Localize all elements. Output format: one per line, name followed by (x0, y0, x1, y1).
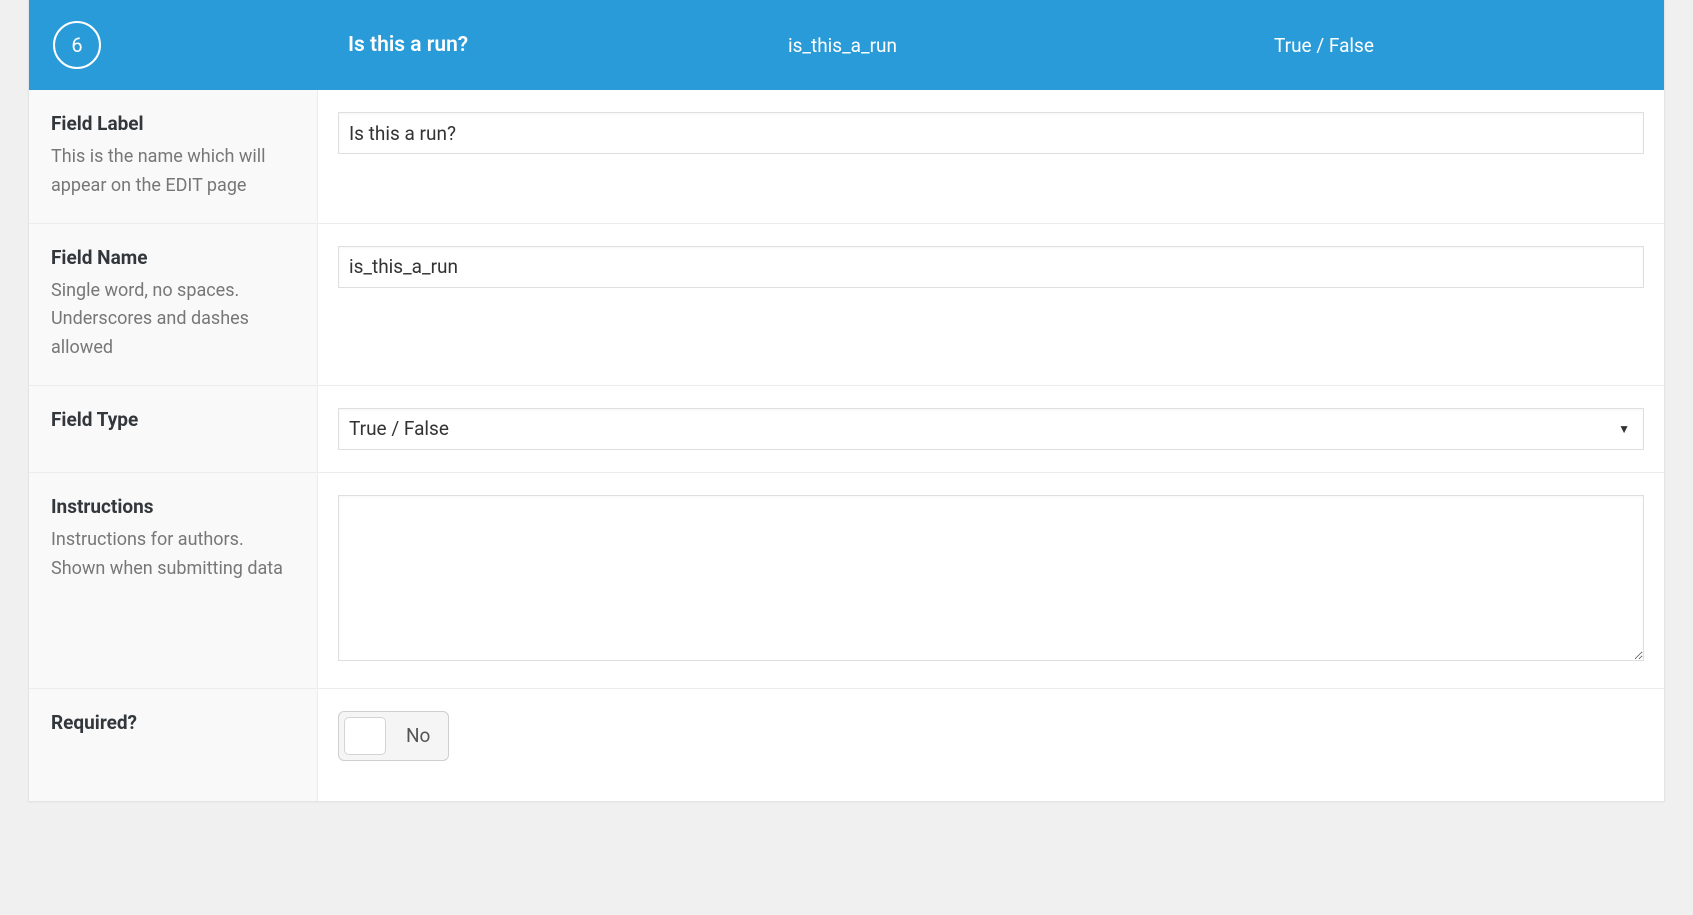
label-required: Required? (29, 689, 318, 801)
toggle-label: No (406, 724, 430, 747)
label-desc: Single word, no spaces. Underscores and … (51, 277, 295, 363)
toggle-knob (344, 717, 386, 755)
row-field-type: Field Type True / False ▼ (29, 385, 1664, 472)
field-label-input[interactable] (338, 112, 1644, 154)
row-field-label: Field Label This is the name which will … (29, 90, 1664, 223)
field-header-name: is_this_a_run (778, 34, 1274, 57)
label-title: Field Type (51, 408, 295, 431)
required-toggle[interactable]: No (338, 711, 449, 761)
label-field-name: Field Name Single word, no spaces. Under… (29, 224, 318, 385)
field-header-label: Is this a run? (348, 33, 778, 57)
label-field-type: Field Type (29, 386, 318, 472)
label-desc: This is the name which will appear on th… (51, 143, 295, 201)
field-header-type: True / False (1274, 34, 1644, 57)
label-desc: Instructions for authors. Shown when sub… (51, 526, 295, 584)
field-name-input[interactable] (338, 246, 1644, 288)
instructions-textarea[interactable] (338, 495, 1644, 661)
label-title: Field Label (51, 112, 295, 135)
label-title: Field Name (51, 246, 295, 269)
field-header[interactable]: 6 Is this a run? is_this_a_run True / Fa… (29, 0, 1664, 90)
row-field-name: Field Name Single word, no spaces. Under… (29, 223, 1664, 385)
field-order-badge: 6 (53, 21, 101, 69)
label-field-label: Field Label This is the name which will … (29, 90, 318, 223)
label-title: Instructions (51, 495, 295, 518)
field-order-number: 6 (71, 33, 82, 57)
row-instructions: Instructions Instructions for authors. S… (29, 472, 1664, 688)
row-required: Required? No (29, 688, 1664, 801)
label-title: Required? (51, 711, 295, 734)
field-type-select[interactable]: True / False (338, 408, 1644, 450)
label-instructions: Instructions Instructions for authors. S… (29, 473, 318, 688)
